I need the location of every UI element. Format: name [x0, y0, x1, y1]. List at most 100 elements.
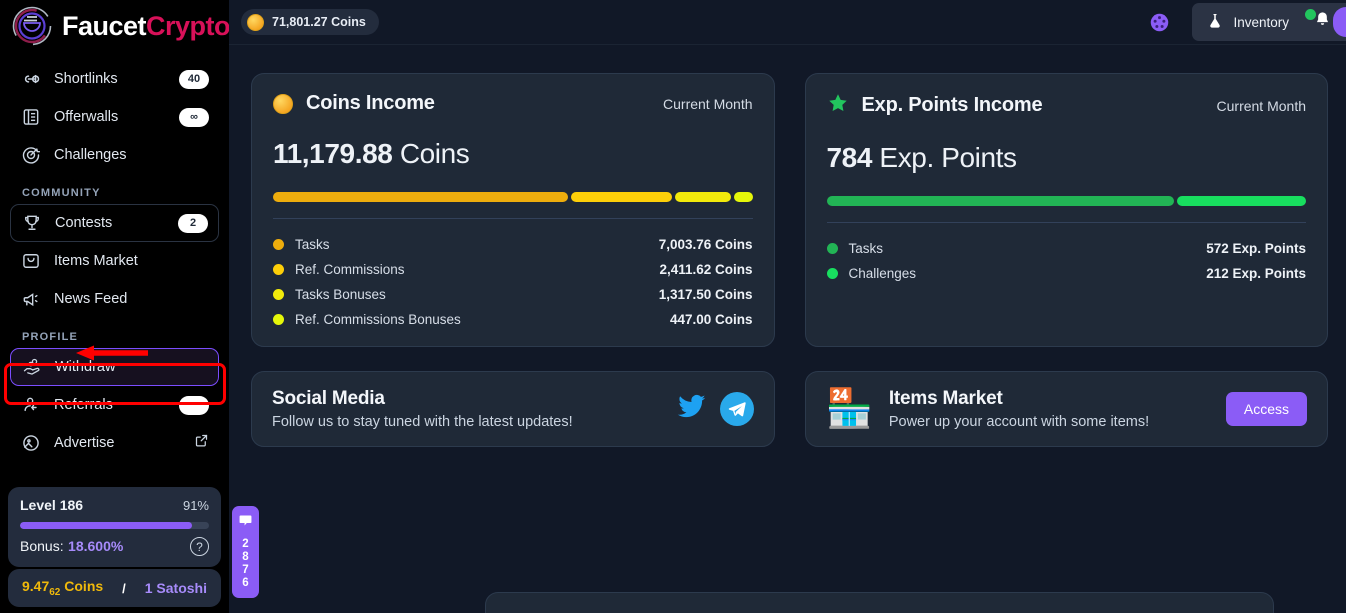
inventory-button[interactable]: Inventory [1206, 12, 1289, 33]
twitter-icon[interactable] [675, 390, 708, 428]
segment [1176, 196, 1306, 206]
coin-icon [273, 93, 293, 114]
items-market-text: Items Market Power up your account with … [889, 388, 1149, 430]
coins-income-segment-bar [273, 192, 753, 202]
legend-color-dot [273, 264, 284, 275]
inventory-group: Inventory [1192, 3, 1346, 41]
sidebar-section-profile: PROFILE [22, 331, 79, 343]
rate-satoshi-value: 1 Satoshi [144, 580, 207, 596]
exp-income-title: Exp. Points Income [861, 94, 1043, 116]
chat-count-digit: 8 [242, 551, 249, 563]
balance-pill[interactable]: 71,801.27 Coins [241, 9, 379, 35]
hand-coins-icon [21, 356, 43, 378]
sidebar-nav: Shortlinks 40 Offerwalls ∞ Challenges CO… [0, 52, 229, 462]
sidebar-item-label: Referrals [54, 397, 113, 413]
sidebar-item-label: Shortlinks [54, 71, 118, 87]
question-mark-icon[interactable]: ? [190, 537, 209, 556]
chat-count-digit: 6 [242, 577, 249, 589]
app-root: FaucetCrypto Shortlinks 40 Offerwalls ∞ … [0, 0, 1346, 613]
exp-income-period: Current Month [1216, 97, 1306, 114]
legend-row: Ref. Commissions 2,411.62 Coins [273, 257, 753, 282]
sidebar-group-community: Contests 2 Items Market News Feed [10, 204, 219, 318]
rate-coins-value: 9.4762 Coins [22, 578, 104, 598]
sidebar-badge: 40 [179, 69, 209, 89]
balance-amount: 71,801.27 Coins [272, 15, 366, 29]
exp-income-segment-bar [826, 196, 1306, 206]
sidebar-item-contests[interactable]: Contests 2 [10, 204, 219, 242]
legend-value: 7,003.76 Coins [658, 237, 753, 252]
legend-label: Challenges [848, 266, 917, 281]
coin-icon [247, 13, 264, 31]
legend-value: 1,317.50 Coins [658, 287, 753, 302]
legend-label: Ref. Commissions Bonuses [295, 312, 461, 327]
user-plus-icon [20, 394, 42, 416]
sidebar-item-advertise[interactable]: Advertise [10, 424, 219, 462]
sidebar-item-label: Advertise [54, 435, 115, 451]
segment [273, 192, 568, 202]
social-icon-group [675, 390, 754, 428]
sidebar-item-label: Contests [55, 215, 113, 231]
exp-income-header: Exp. Points Income Current Month [827, 92, 1306, 119]
exp-income-title-group: Exp. Points Income [827, 92, 1043, 119]
link-icon [20, 68, 42, 90]
legend-value: 572 Exp. Points [1206, 241, 1306, 256]
legend-row: Ref. Commissions Bonuses 447.00 Coins [273, 307, 753, 332]
segment [826, 196, 1174, 206]
bonus-label: Bonus: [20, 537, 64, 554]
sidebar-item-offerwalls[interactable]: Offerwalls ∞ [10, 98, 219, 136]
level-header: Level 186 91% [20, 497, 209, 513]
coins-income-card: Coins Income Current Month 11,179.88 Coi… [251, 73, 775, 347]
legend-row: Challenges 212 Exp. Points [826, 261, 1306, 286]
avatar[interactable] [1333, 7, 1346, 37]
sidebar-item-withdraw[interactable]: Withdraw [10, 348, 219, 386]
access-button[interactable]: Access [1225, 392, 1307, 426]
coins-income-legend: Tasks 7,003.76 Coins Ref. Commissions 2,411… [273, 232, 753, 332]
sidebar-item-referrals[interactable]: Referrals [10, 386, 219, 424]
sidebar-section-community: COMMUNITY [22, 187, 101, 199]
legend-row: Tasks Bonuses 1,317.50 Coins [273, 282, 753, 307]
sidebar-item-label: Withdraw [55, 359, 116, 375]
image-circle-icon [20, 432, 42, 454]
items-market-subtitle: Power up your account with some items! [888, 414, 1150, 430]
sidebar-item-shortlinks[interactable]: Shortlinks 40 [10, 60, 219, 98]
legend-row: Tasks 572 Exp. Points [826, 236, 1306, 261]
faucet-logo-icon [10, 4, 54, 48]
sidebar-item-label: Challenges [54, 147, 127, 163]
exchange-rate-card: 9.4762 Coins / 1 Satoshi [8, 569, 221, 607]
top-bar: 71,801.27 Coins Inventory [229, 0, 1346, 45]
promo-row: Social Media Follow us to stay tuned wit… [251, 371, 1328, 447]
sidebar-badge: ∞ [179, 107, 209, 127]
items-market-title: Items Market [888, 388, 1003, 409]
sidebar-item-label: News Feed [54, 291, 128, 307]
sidebar-item-label: Items Market [54, 253, 138, 269]
trophy-icon [21, 212, 43, 234]
flask-icon [1206, 12, 1224, 33]
chat-widget-tab[interactable]: 2 8 7 6 [232, 506, 259, 598]
legend-label: Ref. Commissions [295, 262, 405, 277]
social-media-subtitle: Follow us to stay tuned with the latest … [272, 414, 573, 430]
sidebar-item-items-market[interactable]: Items Market [10, 242, 219, 280]
telegram-icon[interactable] [719, 392, 754, 426]
legend-color-dot [273, 314, 284, 325]
sidebar-item-label: Offerwalls [54, 109, 119, 125]
globe-icon[interactable] [1149, 12, 1170, 33]
coins-income-header: Coins Income Current Month [273, 92, 753, 115]
sidebar-item-challenges[interactable]: Challenges [10, 136, 219, 174]
level-percent: 91% [182, 497, 209, 513]
exp-income-amount: 784 Exp. Points [826, 142, 1018, 173]
bottom-partial-card [485, 592, 1274, 613]
segment [570, 192, 673, 202]
bonus-value: 18.600% [68, 537, 124, 554]
external-link-icon [194, 433, 209, 453]
rate-separator: / [122, 580, 126, 596]
coins-income-title-group: Coins Income [273, 92, 435, 115]
sidebar-badge: 2 [178, 213, 208, 233]
sidebar-item-news-feed[interactable]: News Feed [10, 280, 219, 318]
market-stall-icon: 🏪 [825, 388, 873, 430]
level-progress-bar [20, 522, 209, 529]
legend-color-dot [826, 268, 838, 279]
coins-income-amount: 11,179.88 Coins [273, 138, 470, 169]
main-area: 71,801.27 Coins Inventory Coins Income C… [229, 0, 1346, 613]
brand-name-second: Crypto [146, 10, 229, 41]
brand-logo[interactable]: FaucetCrypto [0, 0, 229, 52]
